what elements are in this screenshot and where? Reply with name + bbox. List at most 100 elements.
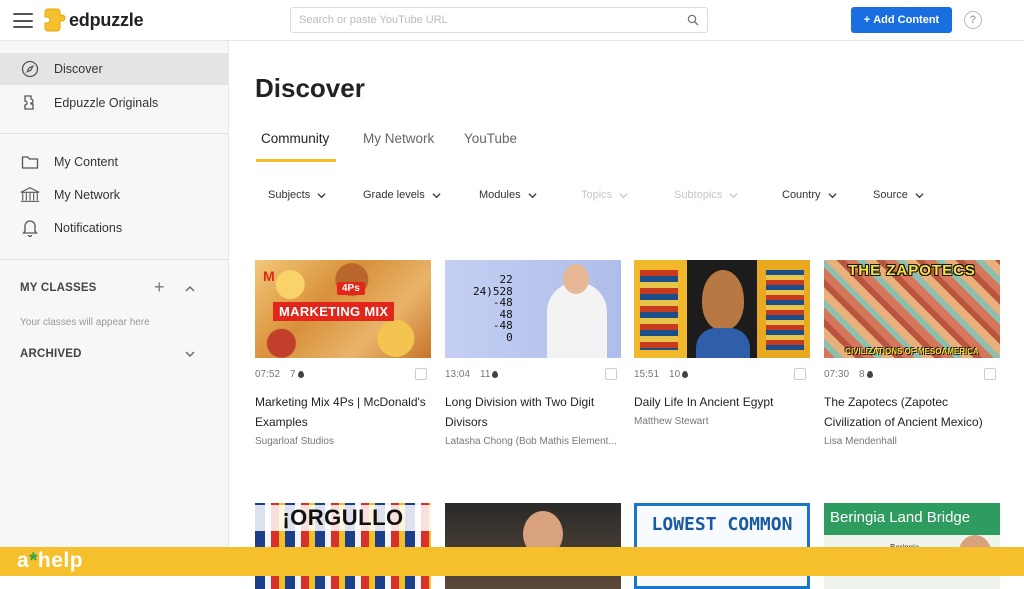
chevron-down-icon — [432, 192, 441, 198]
sidebar-item-my-content[interactable]: My Content — [0, 146, 228, 178]
filter-label: Source — [873, 189, 908, 201]
chevron-down-icon — [317, 192, 326, 198]
video-author[interactable]: Lisa Mendenhall — [824, 436, 1000, 447]
egypt-art-left — [640, 270, 678, 350]
sidebar-item-label: Notifications — [54, 221, 123, 235]
thumbnail-text: 22 24)528 -48 48 -48 0 — [473, 273, 513, 344]
video-duration: 15:51 — [634, 368, 660, 380]
video-thumbnail[interactable] — [445, 503, 621, 589]
tab-youtube[interactable]: YouTube — [464, 131, 517, 146]
my-classes-heading: MY CLASSES — [20, 282, 97, 294]
search-input[interactable] — [299, 14, 687, 26]
divider — [0, 259, 228, 260]
filter-country[interactable]: Country — [782, 189, 837, 201]
video-meta: 07:30 8 — [824, 368, 1000, 380]
chevron-down-icon[interactable] — [185, 349, 195, 359]
archived-heading[interactable]: ARCHIVED — [20, 348, 82, 360]
select-checkbox[interactable] — [605, 368, 617, 380]
sidebar-item-label: Discover — [54, 62, 103, 76]
add-content-button[interactable]: + Add Content — [851, 7, 952, 33]
select-checkbox[interactable] — [415, 368, 427, 380]
filter-source[interactable]: Source — [873, 189, 924, 201]
video-author[interactable]: Sugarloaf Studios — [255, 436, 431, 447]
video-card[interactable]: THE ZAPOTECS CIVILIZATIONS OF MESOAMERIC… — [824, 260, 1000, 447]
question-count: 8 — [859, 369, 873, 380]
filter-subtopics: Subtopics — [674, 189, 738, 201]
thumbnail-text: LOWEST COMMON — [651, 514, 793, 535]
sidebar-item-notifications[interactable]: Notifications — [0, 212, 228, 244]
video-thumbnail[interactable]: LOWEST COMMON — [634, 503, 810, 589]
logo[interactable]: edpuzzle — [44, 7, 144, 33]
menu-icon[interactable] — [13, 13, 33, 28]
sidebar-item-label: My Network — [54, 188, 120, 202]
chevron-down-icon — [528, 192, 537, 198]
question-icon — [492, 370, 499, 378]
select-checkbox[interactable] — [794, 368, 806, 380]
add-class-icon[interactable]: + — [154, 277, 165, 298]
mcdonalds-logo: M — [263, 268, 275, 284]
filter-label: Subtopics — [674, 189, 723, 201]
thumbnail-text: THE ZAPOTECS — [848, 262, 976, 279]
video-title[interactable]: Daily Life In Ancient Egypt — [634, 392, 810, 412]
folder-icon — [20, 152, 40, 172]
chevron-up-icon[interactable] — [185, 284, 195, 294]
filter-label: Grade levels — [363, 189, 425, 201]
chevron-down-icon — [827, 192, 837, 198]
select-checkbox[interactable] — [984, 368, 996, 380]
video-title[interactable]: Marketing Mix 4Ps | McDonald's Examples — [255, 392, 431, 432]
filter-label: Country — [782, 189, 821, 201]
plus-icon: + — [863, 14, 871, 26]
sidebar-item-edpuzzle-originals[interactable]: Edpuzzle Originals — [0, 87, 228, 119]
top-bar: edpuzzle + Add Content ? — [0, 0, 1024, 41]
active-tab-indicator — [256, 159, 336, 162]
video-duration: 13:04 — [445, 368, 471, 380]
video-thumbnail[interactable]: Beringia Land Bridge Beringia — [824, 503, 1000, 589]
search-bar[interactable] — [290, 7, 708, 33]
classes-hint: Your classes will appear here — [20, 317, 150, 328]
question-icon — [866, 370, 873, 378]
app-name: edpuzzle — [69, 9, 144, 30]
question-count: 10 — [669, 369, 689, 380]
chevron-down-icon — [915, 192, 924, 198]
page-title: Discover — [255, 73, 365, 103]
egypt-art-right — [766, 270, 804, 350]
sidebar-item-my-network[interactable]: My Network — [0, 179, 228, 211]
video-card[interactable]: 15:51 10 Daily Life In Ancient Egypt Mat… — [634, 260, 810, 427]
filter-label: Topics — [581, 189, 613, 201]
sidebar-item-discover[interactable]: Discover — [0, 53, 228, 85]
video-card[interactable]: M 4Ps MARKETING MIX 07:52 7 Marketing Mi… — [255, 260, 431, 447]
video-author[interactable]: Latasha Chong (Bob Mathis Element... — [445, 436, 621, 447]
watermark-bar: a*help — [0, 547, 1024, 576]
sidebar-item-label: My Content — [54, 155, 118, 169]
edpuzzle-logo-icon — [44, 8, 66, 32]
video-meta: 15:51 10 — [634, 368, 810, 380]
video-thumbnail[interactable]: ¡ORGULLO — [255, 503, 431, 589]
thumbnail-badge: 4Ps — [337, 282, 365, 295]
sidebar-item-label: Edpuzzle Originals — [54, 96, 159, 110]
add-content-label: Add Content — [873, 14, 940, 26]
video-thumbnail[interactable]: THE ZAPOTECS CIVILIZATIONS OF MESOAMERIC… — [824, 260, 1000, 358]
search-icon[interactable] — [687, 14, 699, 26]
puzzle-icon — [20, 93, 40, 113]
thumbnail-text: ¡ORGULLO — [255, 505, 431, 531]
video-title[interactable]: The Zapotecs (Zapotec Civilization of An… — [824, 392, 1000, 432]
filter-label: Modules — [479, 189, 521, 201]
bell-icon — [20, 218, 40, 238]
filter-grade-levels[interactable]: Grade levels — [363, 189, 441, 201]
video-card[interactable]: 22 24)528 -48 48 -48 0 13:04 11 Long Div… — [445, 260, 621, 447]
help-icon[interactable]: ? — [964, 11, 982, 29]
video-thumbnail[interactable]: M 4Ps MARKETING MIX — [255, 260, 431, 358]
video-title[interactable]: Long Division with Two Digit Divisors — [445, 392, 621, 432]
question-icon — [297, 370, 304, 378]
video-thumbnail[interactable] — [634, 260, 810, 358]
tab-my-network[interactable]: My Network — [363, 131, 434, 146]
filter-subjects[interactable]: Subjects — [268, 189, 326, 201]
video-meta: 07:52 7 — [255, 368, 431, 380]
video-author[interactable]: Matthew Stewart — [634, 416, 810, 427]
egyptian-face — [702, 270, 744, 330]
video-thumbnail[interactable]: 22 24)528 -48 48 -48 0 — [445, 260, 621, 358]
tab-community[interactable]: Community — [261, 131, 329, 146]
filter-modules[interactable]: Modules — [479, 189, 537, 201]
presenter-head — [563, 264, 589, 294]
question-count: 11 — [480, 369, 499, 380]
